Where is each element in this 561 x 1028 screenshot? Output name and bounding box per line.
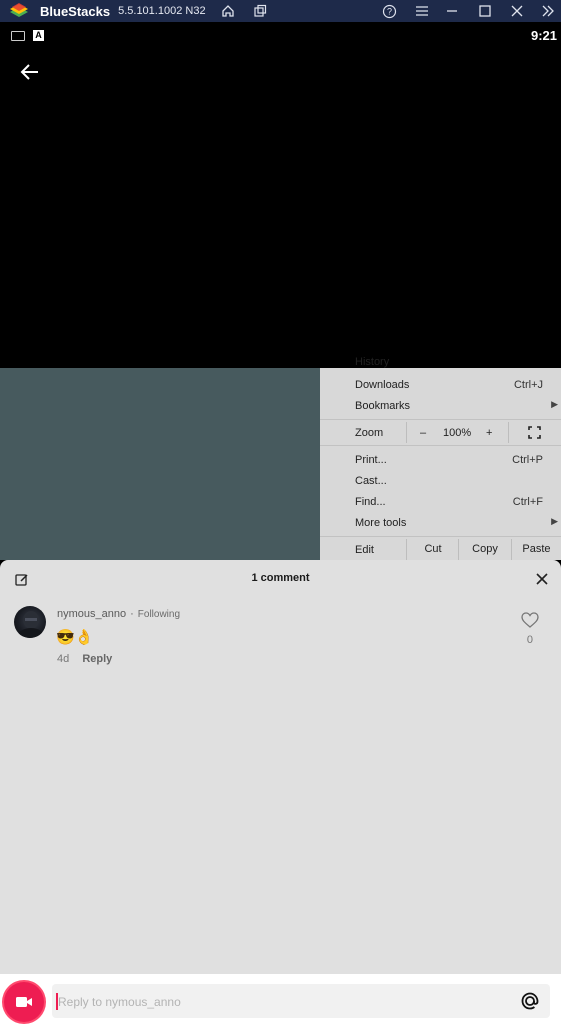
reply-placeholder: Reply to nymous_anno — [58, 995, 181, 1009]
android-status-bar: A 9:21 — [0, 22, 561, 48]
menu-item-partial: History — [355, 356, 390, 368]
menu-item-downloads: Downloads Ctrl+J — [355, 379, 543, 391]
minimize-icon[interactable] — [442, 0, 462, 22]
menu-item-more-tools: More tools ▶ — [355, 516, 558, 529]
app-version: 5.5.101.1002 N32 — [118, 5, 206, 17]
heart-icon[interactable] — [521, 612, 539, 628]
input-method-indicator: A — [33, 30, 44, 41]
close-icon[interactable] — [533, 570, 551, 588]
mention-at-icon[interactable] — [518, 989, 542, 1013]
svg-text:?: ? — [386, 6, 391, 16]
reply-input[interactable]: Reply to nymous_anno — [52, 984, 550, 1018]
close-window-icon[interactable] — [507, 0, 527, 22]
comment-composer: Reply to nymous_anno — [0, 974, 561, 1028]
comments-count-title: 1 comment — [251, 572, 310, 584]
multi-instance-icon[interactable] — [250, 0, 270, 22]
video-camera-icon — [16, 997, 32, 1007]
menu-item-cast: Cast... — [355, 475, 387, 487]
comments-sheet: 1 comment nymous_anno · Following 😎👌 4d Re… — [0, 560, 561, 974]
menu-edit-row: Edit Cut Copy Paste — [320, 539, 561, 560]
comment-age: 4d — [57, 653, 70, 665]
fullscreen-icon — [528, 426, 541, 442]
reply-button[interactable]: Reply — [82, 653, 112, 665]
menu-item-bookmarks: Bookmarks ▶ — [355, 399, 558, 412]
app-name: BlueStacks — [40, 3, 111, 19]
comment-text: 😎👌 — [56, 629, 94, 646]
avatar[interactable] — [14, 606, 46, 638]
comment-username[interactable]: nymous_anno — [57, 608, 126, 620]
collapse-sidebar-icon[interactable] — [538, 0, 558, 22]
keyboard-icon — [11, 31, 25, 41]
status-time: 9:21 — [530, 28, 557, 43]
help-icon[interactable]: ? — [379, 0, 399, 22]
menu-item-print: Print... Ctrl+P — [355, 454, 543, 466]
home-icon[interactable] — [218, 0, 238, 22]
back-arrow-icon[interactable] — [18, 62, 42, 82]
maximize-icon[interactable] — [475, 0, 495, 22]
menu-zoom-row: Zoom – 100% + — [320, 422, 561, 443]
menu-item-find: Find... Ctrl+F — [355, 496, 543, 508]
browser-context-menu-in-video: History Downloads Ctrl+J Bookmarks ▶ Zoo… — [320, 356, 561, 560]
submenu-arrow-icon: ▶ — [551, 399, 558, 409]
video-reply-button[interactable] — [4, 982, 44, 1022]
separator-dot: · — [130, 608, 134, 620]
following-label: Following — [137, 609, 181, 620]
like-count: 0 — [526, 634, 533, 646]
bluestacks-logo-icon — [8, 2, 30, 20]
menu-icon[interactable] — [412, 0, 432, 22]
